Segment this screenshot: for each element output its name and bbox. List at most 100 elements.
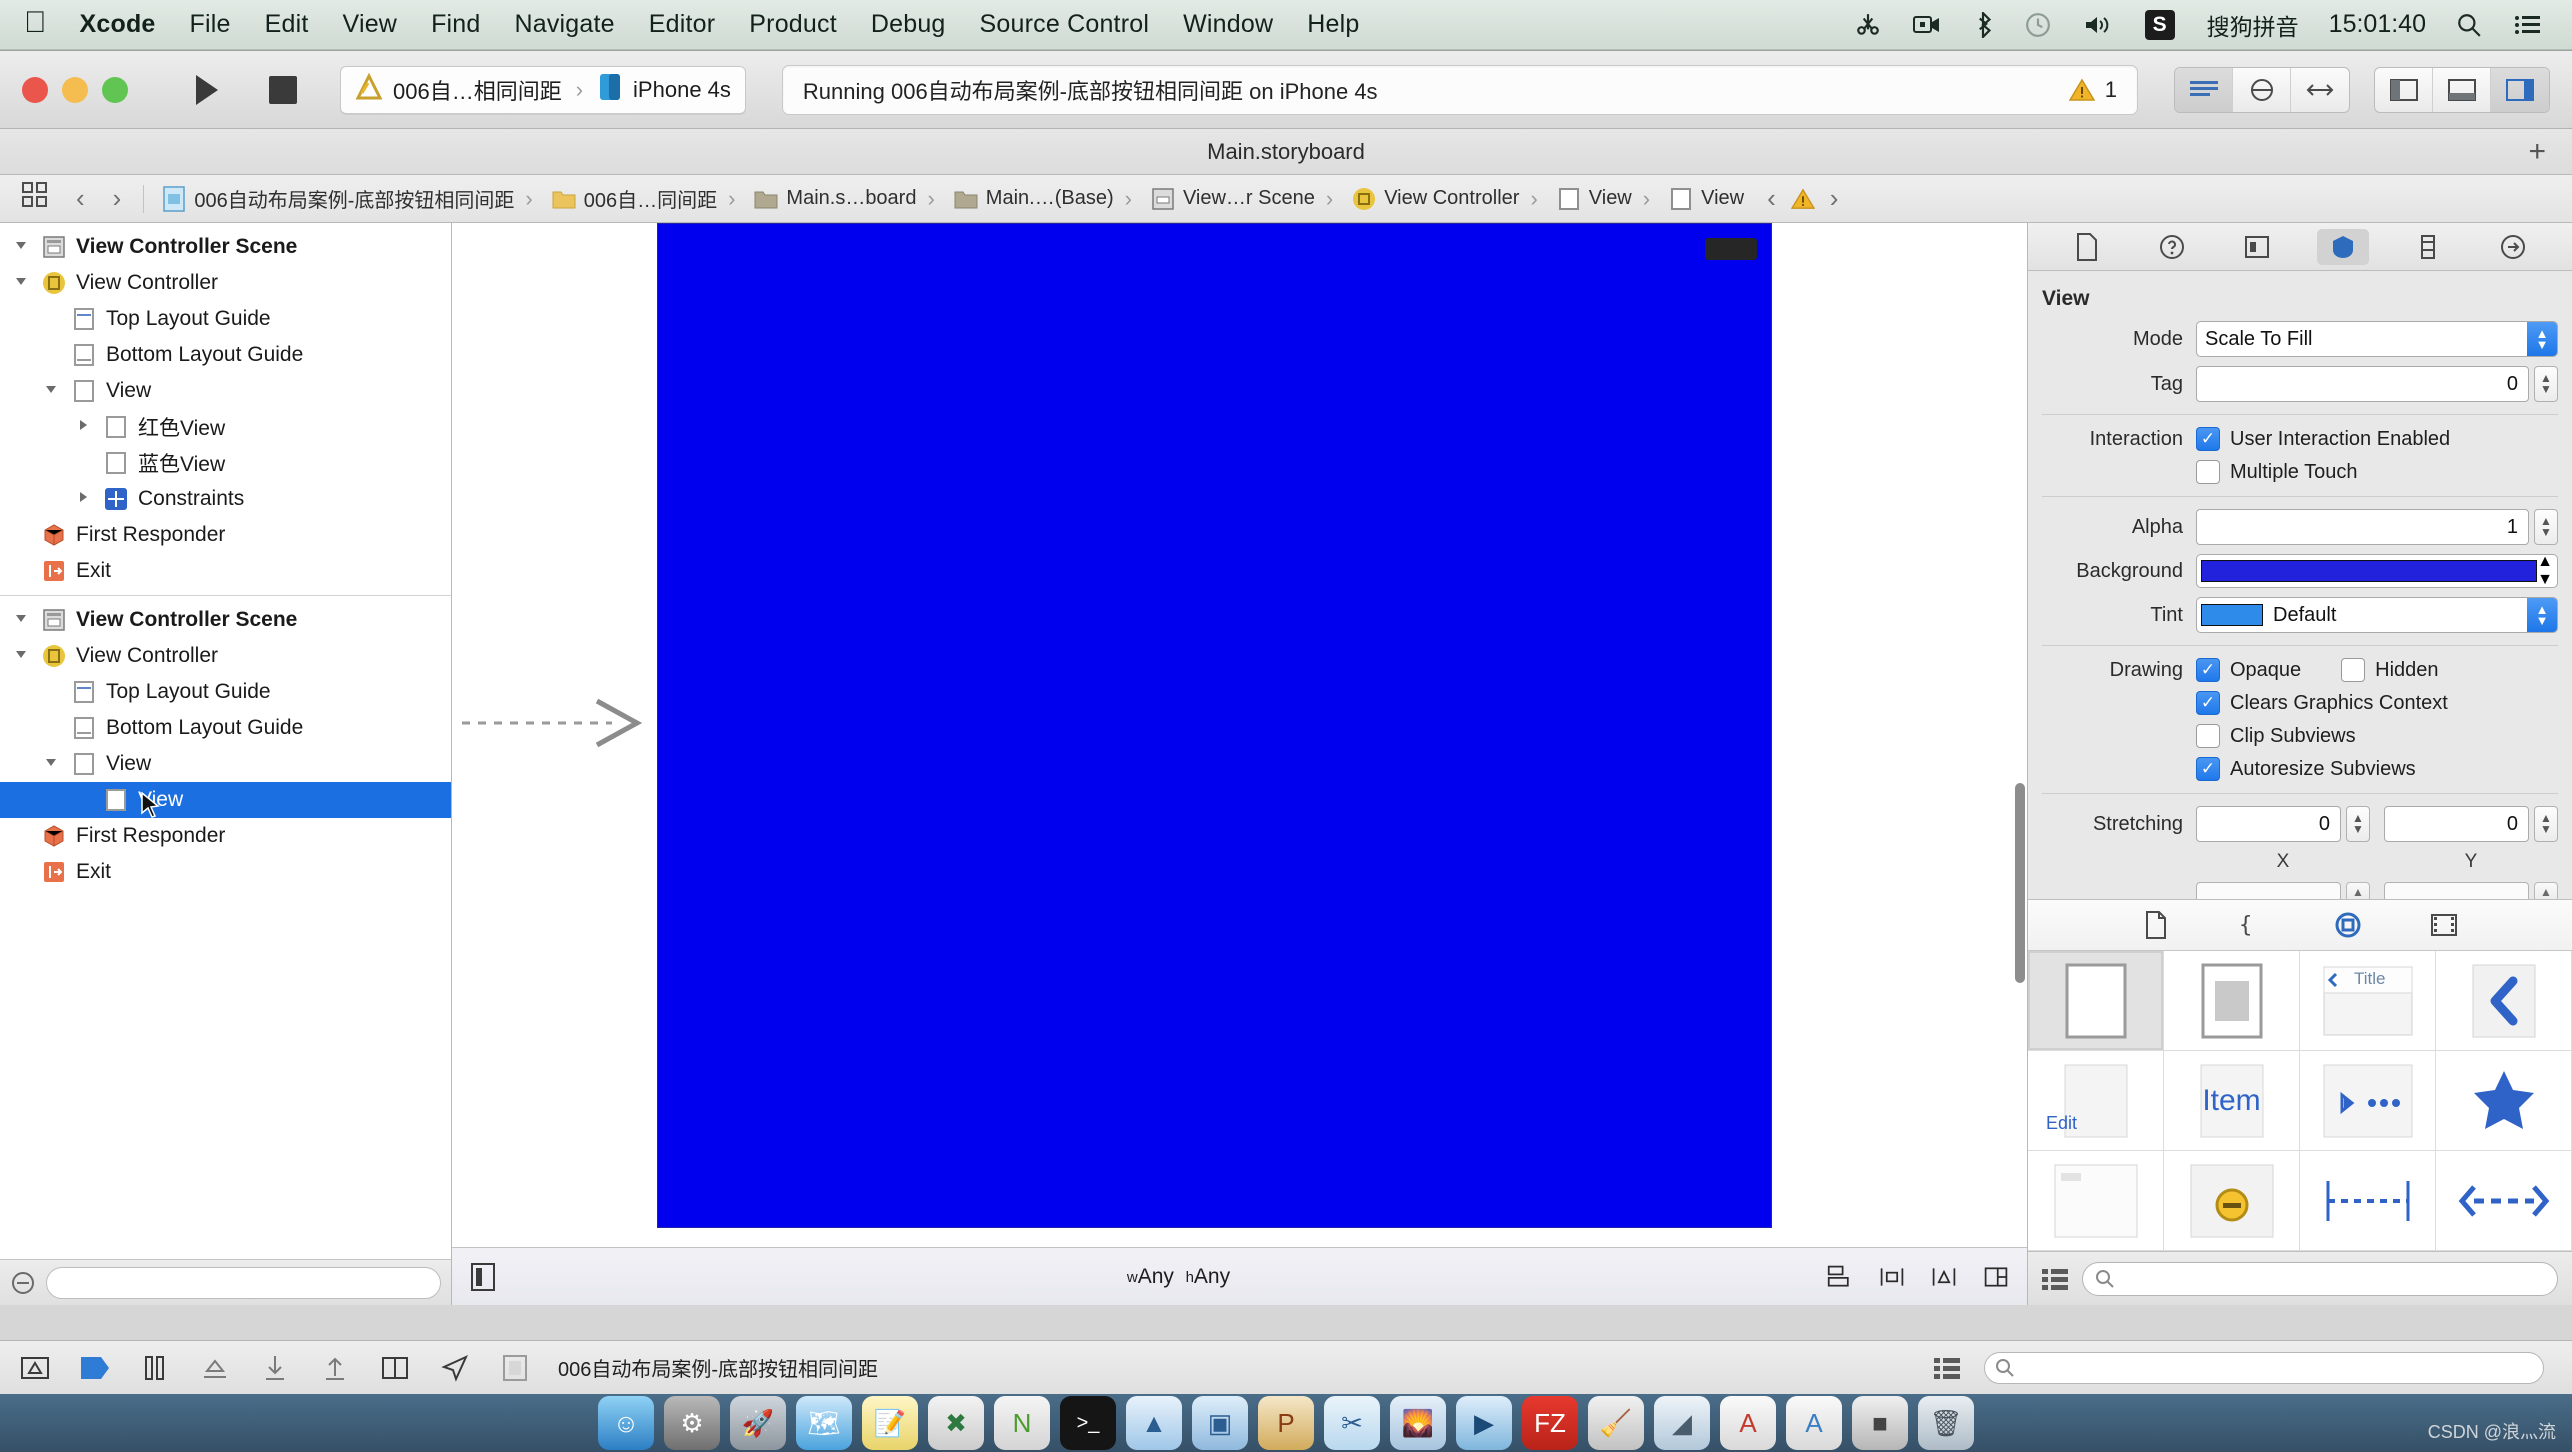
file-template-library-tab[interactable] xyxy=(2132,906,2180,944)
menu-item-editor[interactable]: Editor xyxy=(632,10,733,39)
library-item-view[interactable] xyxy=(2028,951,2164,1051)
run-button[interactable] xyxy=(174,67,240,113)
align-button-icon[interactable] xyxy=(1827,1264,1853,1290)
resolve-auto-layout-issues-icon[interactable] xyxy=(1931,1264,1957,1290)
outline-row[interactable]: Exit xyxy=(0,854,451,890)
spotlight-search-icon[interactable] xyxy=(2440,12,2498,38)
stretching-height-input[interactable] xyxy=(2384,882,2529,899)
scheme-selector[interactable]: 006自…相同间距 › iPhone 4s xyxy=(340,65,746,114)
issue-counter[interactable]: 1 xyxy=(2068,77,2117,103)
outline-row[interactable]: 蓝色View xyxy=(0,445,451,481)
outline-row[interactable]: Exit xyxy=(0,553,451,589)
attributes-inspector-tab[interactable] xyxy=(2316,228,2369,265)
identity-inspector-tab[interactable] xyxy=(2231,229,2283,265)
library-item-container-view[interactable] xyxy=(2164,951,2300,1051)
menu-item-view[interactable]: View xyxy=(326,10,415,39)
canvas-vertical-scrollbar[interactable] xyxy=(2015,783,2025,983)
object-library-tab[interactable] xyxy=(2324,906,2372,944)
go-forward-button[interactable]: › xyxy=(99,183,136,214)
step-out-icon[interactable] xyxy=(318,1351,352,1385)
dock-item-finder[interactable]: ☺ xyxy=(598,1396,654,1450)
breadcrumb-item-base[interactable]: Main.…(Base) › xyxy=(944,186,1141,212)
jump-bar-next-issue-button[interactable]: › xyxy=(1816,183,1853,214)
disclosure-triangle-icon[interactable] xyxy=(10,238,32,256)
volume-icon[interactable] xyxy=(2067,12,2129,38)
toggle-utilities-button[interactable] xyxy=(2491,67,2549,112)
library-item-edit-bar-button[interactable]: Edit xyxy=(2028,1051,2164,1151)
outline-row[interactable]: Constraints xyxy=(0,481,451,517)
menu-item-window[interactable]: Window xyxy=(1166,10,1290,39)
notification-center-icon[interactable] xyxy=(2498,13,2558,37)
alpha-stepper[interactable]: ▲ ▼ xyxy=(2534,509,2558,545)
screen-recording-icon[interactable] xyxy=(1897,13,1957,37)
menu-item-edit[interactable]: Edit xyxy=(248,10,326,39)
breadcrumb-item-view-controller[interactable]: View Controller › xyxy=(1342,186,1547,212)
tag-input[interactable]: 0 xyxy=(2196,366,2529,402)
disclosure-triangle-icon[interactable] xyxy=(40,755,62,773)
view-debugging-icon[interactable] xyxy=(378,1351,412,1385)
version-editor-button[interactable] xyxy=(2291,68,2349,112)
zoom-window-button[interactable] xyxy=(102,76,128,103)
input-method-badge-icon[interactable]: S xyxy=(2129,9,2191,40)
dock-item-evernote[interactable]: N xyxy=(994,1396,1050,1450)
stretching-width-input[interactable] xyxy=(2196,882,2341,899)
dock-item-keynote[interactable]: P xyxy=(1258,1396,1314,1450)
disclosure-triangle-icon[interactable] xyxy=(72,418,94,436)
related-items-icon[interactable] xyxy=(8,182,62,215)
debug-view-toggle-icon[interactable] xyxy=(1930,1351,1964,1385)
breadcrumb-item-storyboard[interactable]: Main.s…board › xyxy=(744,186,943,212)
outline-row[interactable]: View xyxy=(0,373,451,409)
input-method-label[interactable]: 搜狗拼音 xyxy=(2191,8,2315,42)
outline-row-selected[interactable]: View xyxy=(0,782,451,818)
outline-row[interactable]: Bottom Layout Guide xyxy=(0,710,451,746)
menu-item-navigate[interactable]: Navigate xyxy=(498,10,632,39)
dock-item-launchpad[interactable]: 🚀 xyxy=(730,1396,786,1450)
outline-row[interactable]: 红色View xyxy=(0,409,451,445)
dock-item-safari[interactable]: 🗺 xyxy=(796,1396,852,1450)
hidden-checkbox[interactable] xyxy=(2341,658,2366,682)
menubar-clock[interactable]: 15:01:40 xyxy=(2315,10,2440,39)
user-interaction-checkbox[interactable]: ✓ xyxy=(2196,427,2220,451)
tag-stepper[interactable]: ▲ ▼ xyxy=(2534,366,2558,402)
bluetooth-icon[interactable] xyxy=(1957,11,2009,38)
dock-item-text-tool[interactable]: A xyxy=(1786,1396,1842,1450)
menu-item-help[interactable]: Help xyxy=(1290,10,1376,39)
library-item-vertical-space-constraint[interactable] xyxy=(2300,1151,2436,1251)
stretching-x-stepper[interactable]: ▲ ▼ xyxy=(2346,806,2370,842)
breadcrumb-item-scene[interactable]: View…r Scene › xyxy=(1141,186,1342,212)
library-item-fixed-space-bar-button[interactable]: Item xyxy=(2164,1051,2300,1151)
dock-item-photos[interactable]: 🌄 xyxy=(1390,1396,1446,1450)
quick-help-inspector-tab[interactable] xyxy=(2146,229,2198,265)
assistant-editor-button[interactable] xyxy=(2233,67,2291,112)
outline-row[interactable]: View Controller xyxy=(0,265,451,301)
size-inspector-tab[interactable] xyxy=(2402,229,2454,265)
disclosure-triangle-icon[interactable] xyxy=(10,647,32,665)
airplay-scissors-icon[interactable] xyxy=(1839,12,1897,38)
stretching-height-stepper[interactable]: ▲ xyxy=(2534,882,2558,899)
stretching-width-stepper[interactable]: ▲ xyxy=(2346,882,2370,899)
disclosure-triangle-icon[interactable] xyxy=(10,611,32,629)
opaque-checkbox[interactable]: ✓ xyxy=(2196,658,2220,682)
outline-row[interactable]: Top Layout Guide xyxy=(0,674,451,710)
disclosure-triangle-icon[interactable] xyxy=(10,274,32,292)
close-window-button[interactable] xyxy=(22,76,48,103)
autoresize-subviews-checkbox[interactable]: ✓ xyxy=(2196,757,2220,781)
breadcrumb-item-group[interactable]: 006自…同间距 › xyxy=(542,184,745,213)
dock-item-notes[interactable]: 📝 xyxy=(862,1396,918,1450)
interface-builder-canvas[interactable] xyxy=(452,223,2027,1247)
clears-graphics-context-checkbox[interactable]: ✓ xyxy=(2196,691,2220,715)
connections-inspector-tab[interactable] xyxy=(2487,229,2539,265)
menu-item-file[interactable]: File xyxy=(173,10,248,39)
location-simulate-icon[interactable] xyxy=(438,1351,472,1385)
dock-item-xmind[interactable]: ✖ xyxy=(928,1396,984,1450)
minimize-window-button[interactable] xyxy=(62,76,88,103)
outline-row[interactable]: Bottom Layout Guide xyxy=(0,337,451,373)
stretching-y-input[interactable]: 0 xyxy=(2384,806,2529,842)
stretching-x-input[interactable]: 0 xyxy=(2196,806,2341,842)
document-outline-tree[interactable]: View Controller Scene View Controller Top … xyxy=(0,223,451,1259)
library-item-back-chevron[interactable] xyxy=(2436,951,2572,1051)
disclosure-triangle-icon[interactable] xyxy=(40,382,62,400)
warning-icon[interactable] xyxy=(1790,186,1816,212)
breadcrumb-item-view[interactable]: View › xyxy=(1547,186,1659,212)
stop-button[interactable] xyxy=(250,67,316,113)
